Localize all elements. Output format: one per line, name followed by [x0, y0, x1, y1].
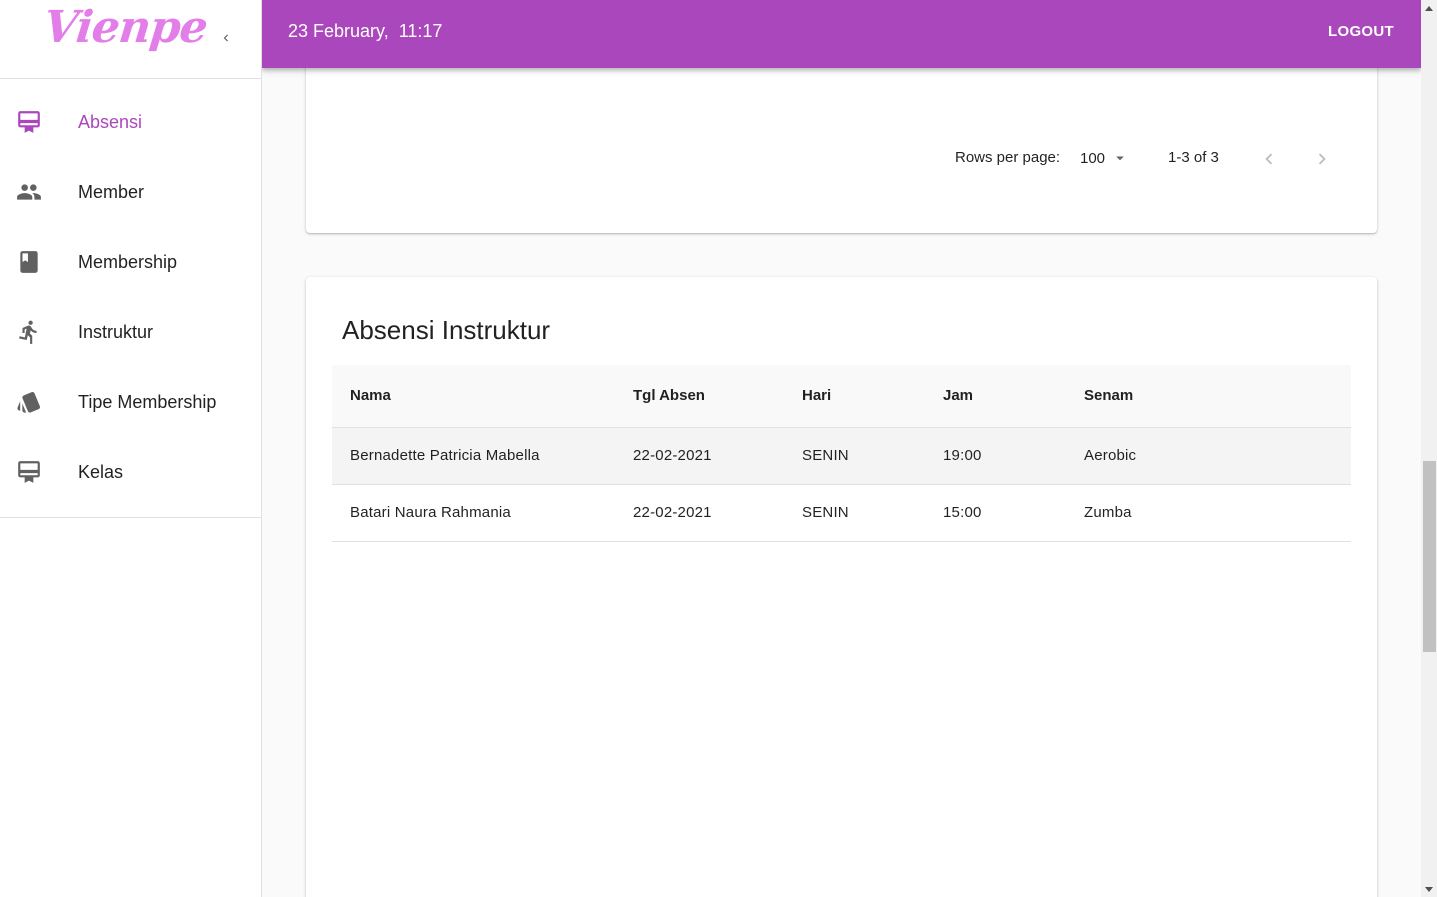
column-header-nama[interactable]: Nama — [332, 365, 615, 428]
table-header-row: Nama Tgl Absen Hari Jam Senam — [332, 365, 1351, 428]
scrollbar-thumb[interactable] — [1423, 461, 1436, 652]
card-membership-icon — [16, 109, 42, 135]
sidebar-item-instruktur[interactable]: Instruktur — [0, 297, 261, 367]
pagination-range: 1-3 of 3 — [1168, 149, 1219, 166]
sidebar-item-label: Membership — [78, 251, 178, 272]
sidebar-header: Vienpe — [0, 0, 261, 79]
sidebar-nav: Absensi Member Membership Instruktur Tip… — [0, 79, 261, 518]
main-content: Rows per page: 100 1-3 of 3 Absensi Inst… — [262, 0, 1421, 897]
book-icon — [16, 249, 42, 275]
scroll-down-button[interactable] — [1421, 881, 1437, 897]
cell-nama: Bernadette Patricia Mabella — [332, 427, 615, 485]
chevron-right-icon — [1318, 153, 1326, 165]
rows-per-page-value: 100 — [1080, 149, 1106, 167]
previous-page-button[interactable] — [1256, 146, 1282, 172]
column-header-tgl-absen[interactable]: Tgl Absen — [615, 365, 784, 428]
collapse-sidebar-button[interactable] — [212, 24, 240, 52]
app-logo[interactable]: Vienpe — [41, 2, 209, 53]
current-datetime: 23 February, 11:17 — [288, 21, 443, 41]
style-cards-icon — [16, 389, 42, 415]
sidebar-item-member[interactable]: Member — [0, 157, 261, 227]
cell-hari: SENIN — [784, 427, 925, 485]
sidebar-item-tipe-membership[interactable]: Tipe Membership — [0, 367, 261, 437]
table-pagination: Rows per page: 100 1-3 of 3 — [306, 146, 1377, 170]
column-header-senam[interactable]: Senam — [1066, 365, 1351, 428]
cell-senam: Zumba — [1066, 484, 1351, 542]
table-row[interactable]: Bernadette Patricia Mabella 22-02-2021 S… — [332, 427, 1351, 485]
cell-senam: Aerobic — [1066, 427, 1351, 485]
cell-tgl-absen: 22-02-2021 — [615, 427, 784, 485]
sidebar-item-label: Absensi — [78, 111, 143, 132]
app-bar: 23 February, 11:17 LOGOUT — [262, 0, 1421, 68]
dropdown-arrow-icon — [1116, 156, 1124, 161]
column-header-jam[interactable]: Jam — [925, 365, 1066, 428]
sidebar-item-kelas[interactable]: Kelas — [0, 437, 261, 507]
cell-nama: Batari Naura Rahmania — [332, 484, 615, 542]
directions-run-icon — [16, 319, 42, 345]
cell-jam: 19:00 — [925, 427, 1066, 485]
logout-button[interactable]: LOGOUT — [1328, 23, 1394, 40]
sidebar-item-absensi[interactable]: Absensi — [0, 87, 261, 157]
sidebar-item-label: Instruktur — [78, 321, 154, 342]
card-membership-icon — [16, 459, 42, 485]
scroll-up-button[interactable] — [1421, 0, 1437, 16]
absensi-instruktur-card: Absensi Instruktur Nama Tgl Absen Hari J… — [306, 277, 1377, 897]
column-header-hari[interactable]: Hari — [784, 365, 925, 428]
triangle-up-icon — [1425, 5, 1433, 11]
absensi-instruktur-table: Nama Tgl Absen Hari Jam Senam Bernadette… — [332, 365, 1351, 542]
sidebar: Vienpe Absensi Member Membership Instruk… — [0, 0, 262, 897]
cell-hari: SENIN — [784, 484, 925, 542]
chevron-left-icon — [223, 34, 228, 42]
rows-per-page-select[interactable]: 100 — [1080, 146, 1129, 167]
rows-per-page-label: Rows per page: — [955, 149, 1061, 166]
sidebar-item-label: Member — [78, 181, 145, 202]
triangle-down-icon — [1425, 886, 1433, 892]
table-row[interactable]: Batari Naura Rahmania 22-02-2021 SENIN 1… — [332, 484, 1351, 542]
next-page-button[interactable] — [1309, 146, 1335, 172]
chevron-left-icon — [1265, 153, 1273, 165]
cell-tgl-absen: 22-02-2021 — [615, 484, 784, 542]
sidebar-item-membership[interactable]: Membership — [0, 227, 261, 297]
people-icon — [16, 179, 42, 205]
page-scrollbar[interactable] — [1421, 0, 1437, 897]
sidebar-item-label: Kelas — [78, 461, 124, 482]
sidebar-item-label: Tipe Membership — [78, 391, 217, 412]
cell-jam: 15:00 — [925, 484, 1066, 542]
card-title: Absensi Instruktur — [342, 315, 551, 345]
